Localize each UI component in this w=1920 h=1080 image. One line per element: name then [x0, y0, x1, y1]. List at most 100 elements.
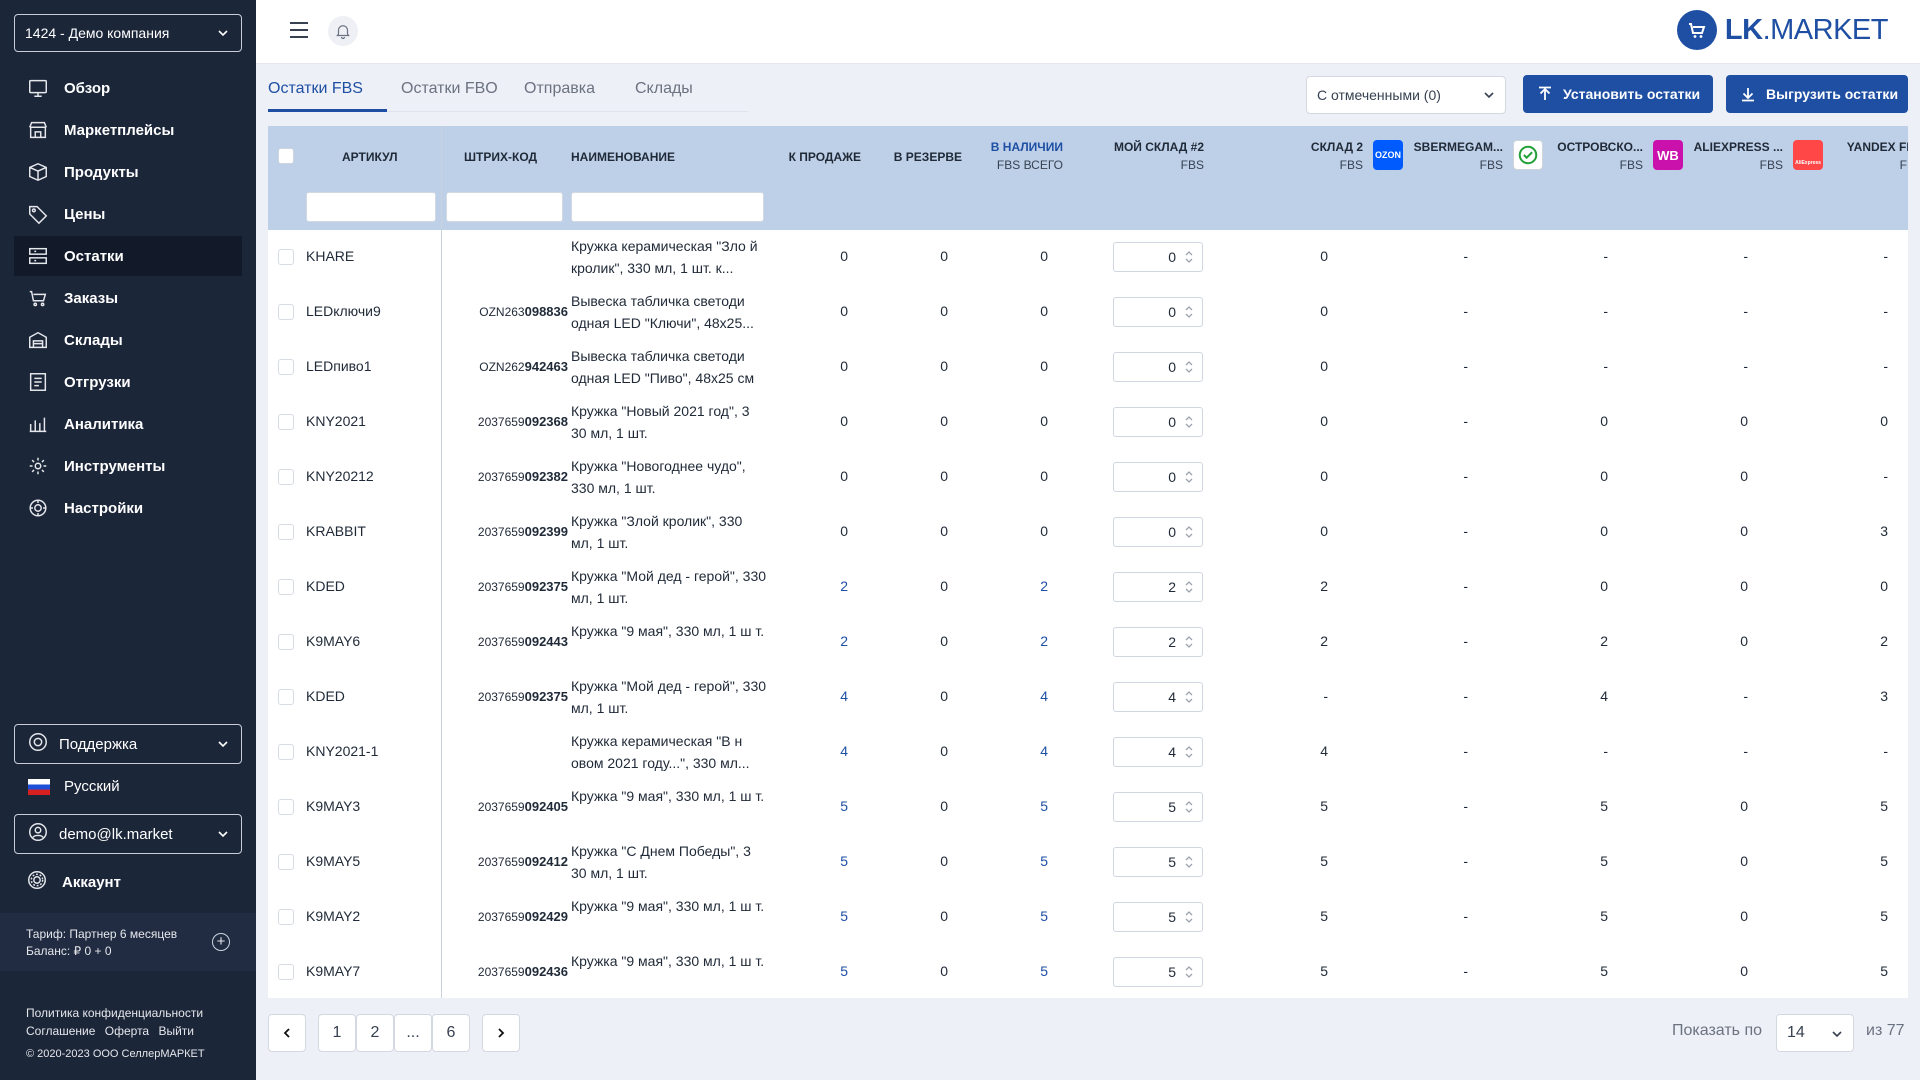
- page-2-button[interactable]: 2: [356, 1014, 394, 1052]
- row-checkbox[interactable]: [278, 414, 294, 430]
- quantity-stepper[interactable]: 0: [1113, 352, 1203, 382]
- quantity-stepper[interactable]: 5: [1113, 847, 1203, 877]
- quantity-stepper[interactable]: 5: [1113, 792, 1203, 822]
- sidebar-item-cart[interactable]: Заказы: [14, 278, 242, 318]
- row-checkbox[interactable]: [278, 249, 294, 265]
- page-1-button[interactable]: 1: [318, 1014, 356, 1052]
- spinner-arrows-icon[interactable]: [1184, 743, 1194, 761]
- per-page-select[interactable]: 14: [1776, 1014, 1854, 1052]
- quantity-stepper[interactable]: 0: [1113, 297, 1203, 327]
- barcode-filter-input[interactable]: [446, 192, 563, 222]
- agreement-link[interactable]: Соглашение: [26, 1024, 95, 1038]
- logout-link[interactable]: Выйти: [158, 1024, 194, 1038]
- col-my-warehouse[interactable]: МОЙ СКЛАД #2 FBS: [1088, 126, 1204, 186]
- sidebar-item-shipment[interactable]: Отгрузки: [14, 362, 242, 402]
- spinner-arrows-icon[interactable]: [1184, 688, 1194, 706]
- tab-warehouses[interactable]: Склады: [635, 74, 735, 112]
- barcode-prefix: 2037659: [477, 415, 525, 429]
- spinner-arrows-icon[interactable]: [1184, 248, 1194, 266]
- sidebar-item-stock[interactable]: Остатки: [14, 236, 242, 276]
- privacy-link[interactable]: Политика конфиденциальности: [26, 1006, 203, 1020]
- account-link[interactable]: Аккаунт: [14, 862, 242, 902]
- spinner-arrows-icon[interactable]: [1184, 523, 1194, 541]
- quantity-stepper[interactable]: 2: [1113, 627, 1203, 657]
- spinner-arrows-icon[interactable]: [1184, 963, 1194, 981]
- prev-page-button[interactable]: [268, 1014, 306, 1052]
- col-warehouse-2[interactable]: СКЛАД 2 FBS OZON: [1228, 126, 1403, 186]
- user-select[interactable]: demo@lk.market: [14, 814, 242, 854]
- in-stock-cell: 4: [1040, 688, 1048, 704]
- page-6-button[interactable]: 6: [432, 1014, 470, 1052]
- row-checkbox[interactable]: [278, 579, 294, 595]
- row-checkbox[interactable]: [278, 854, 294, 870]
- sidebar-item-box[interactable]: Продукты: [14, 152, 242, 192]
- language-switch[interactable]: Русский: [28, 778, 120, 795]
- sidebar-item-tag[interactable]: Цены: [14, 194, 242, 234]
- col-sbermegamarket[interactable]: SBERMEGAM... FBS: [1403, 126, 1543, 186]
- spinner-arrows-icon[interactable]: [1184, 908, 1194, 926]
- row-checkbox[interactable]: [278, 469, 294, 485]
- row-checkbox[interactable]: [278, 304, 294, 320]
- menu-toggle-icon[interactable]: [290, 22, 308, 38]
- add-balance-button[interactable]: +: [212, 933, 230, 951]
- support-select[interactable]: Поддержка: [14, 724, 242, 764]
- sidebar-item-warehouse[interactable]: Склады: [14, 320, 242, 360]
- row-checkbox[interactable]: [278, 744, 294, 760]
- article-filter-input[interactable]: [306, 192, 436, 222]
- spinner-arrows-icon[interactable]: [1184, 798, 1194, 816]
- sidebar-item-chart[interactable]: Аналитика: [14, 404, 242, 444]
- quantity-stepper[interactable]: 5: [1113, 957, 1203, 987]
- tab-fbo[interactable]: Остатки FBO: [387, 74, 524, 112]
- row-checkbox[interactable]: [278, 359, 294, 375]
- sidebar-item-monitor[interactable]: Обзор: [14, 68, 242, 108]
- tab-fbs[interactable]: Остатки FBS: [268, 74, 387, 112]
- col-reserved[interactable]: В РЕЗЕРВЕ: [888, 126, 962, 186]
- row-checkbox[interactable]: [278, 909, 294, 925]
- row-checkbox[interactable]: [278, 689, 294, 705]
- barcode-prefix: 2037659: [477, 580, 525, 594]
- company-select[interactable]: 1424 - Демо компания: [14, 14, 242, 52]
- export-stock-button[interactable]: Выгрузить остатки: [1726, 75, 1908, 113]
- table-row: K9MAY6 2037659092443 Кружка "9 мая", 330 м…: [268, 615, 1908, 670]
- col-aliexpress[interactable]: ALIEXPRESS ... FBS AliExpress: [1683, 126, 1823, 186]
- next-page-button[interactable]: [482, 1014, 520, 1052]
- sbermegamarket-cell: -: [1463, 303, 1468, 319]
- quantity-stepper[interactable]: 5: [1113, 902, 1203, 932]
- col-yandex[interactable]: YANDEX FBS FBS: [1823, 126, 1908, 186]
- spinner-arrows-icon[interactable]: [1184, 633, 1194, 651]
- quantity-stepper[interactable]: 4: [1113, 682, 1203, 712]
- quantity-stepper[interactable]: 0: [1113, 517, 1203, 547]
- col-in-stock[interactable]: В НАЛИЧИИ FBS ВСЕГО: [980, 126, 1063, 186]
- quantity-stepper[interactable]: 4: [1113, 737, 1203, 767]
- offer-link[interactable]: Оферта: [105, 1024, 149, 1038]
- name-filter-input[interactable]: [571, 192, 764, 222]
- spinner-arrows-icon[interactable]: [1184, 413, 1194, 431]
- quantity-stepper[interactable]: 0: [1113, 242, 1203, 272]
- row-checkbox[interactable]: [278, 964, 294, 980]
- spinner-arrows-icon[interactable]: [1184, 853, 1194, 871]
- row-checkbox[interactable]: [278, 524, 294, 540]
- select-all-checkbox[interactable]: [278, 148, 294, 164]
- set-stock-button[interactable]: Установить остатки: [1523, 75, 1713, 113]
- row-checkbox[interactable]: [278, 634, 294, 650]
- spinner-arrows-icon[interactable]: [1184, 303, 1194, 321]
- spinner-arrows-icon[interactable]: [1184, 468, 1194, 486]
- sidebar-item-gear[interactable]: Настройки: [14, 488, 242, 528]
- quantity-stepper[interactable]: 2: [1113, 572, 1203, 602]
- tab-shipping[interactable]: Отправка: [524, 74, 635, 112]
- quantity-stepper[interactable]: 0: [1113, 462, 1203, 492]
- sidebar-item-store[interactable]: Маркетплейсы: [14, 110, 242, 150]
- download-icon: [1742, 88, 1754, 102]
- spinner-arrows-icon[interactable]: [1184, 358, 1194, 376]
- yandex-cell: 5: [1880, 798, 1888, 814]
- bulk-action-select[interactable]: С отмеченными (0): [1306, 76, 1506, 114]
- spinner-arrows-icon[interactable]: [1184, 578, 1194, 596]
- col-for-sale[interactable]: К ПРОДАЖЕ: [785, 126, 861, 186]
- row-checkbox[interactable]: [278, 799, 294, 815]
- notifications-bell-icon[interactable]: [328, 16, 358, 46]
- quantity-stepper[interactable]: 0: [1113, 407, 1203, 437]
- sidebar-item-tools[interactable]: Инструменты: [14, 446, 242, 486]
- for-sale-cell: 0: [840, 303, 848, 319]
- col-ostrovsko[interactable]: ОСТРОВСКО... FBS WB: [1543, 126, 1683, 186]
- brand-logo[interactable]: LK.MARKET: [1676, 10, 1889, 50]
